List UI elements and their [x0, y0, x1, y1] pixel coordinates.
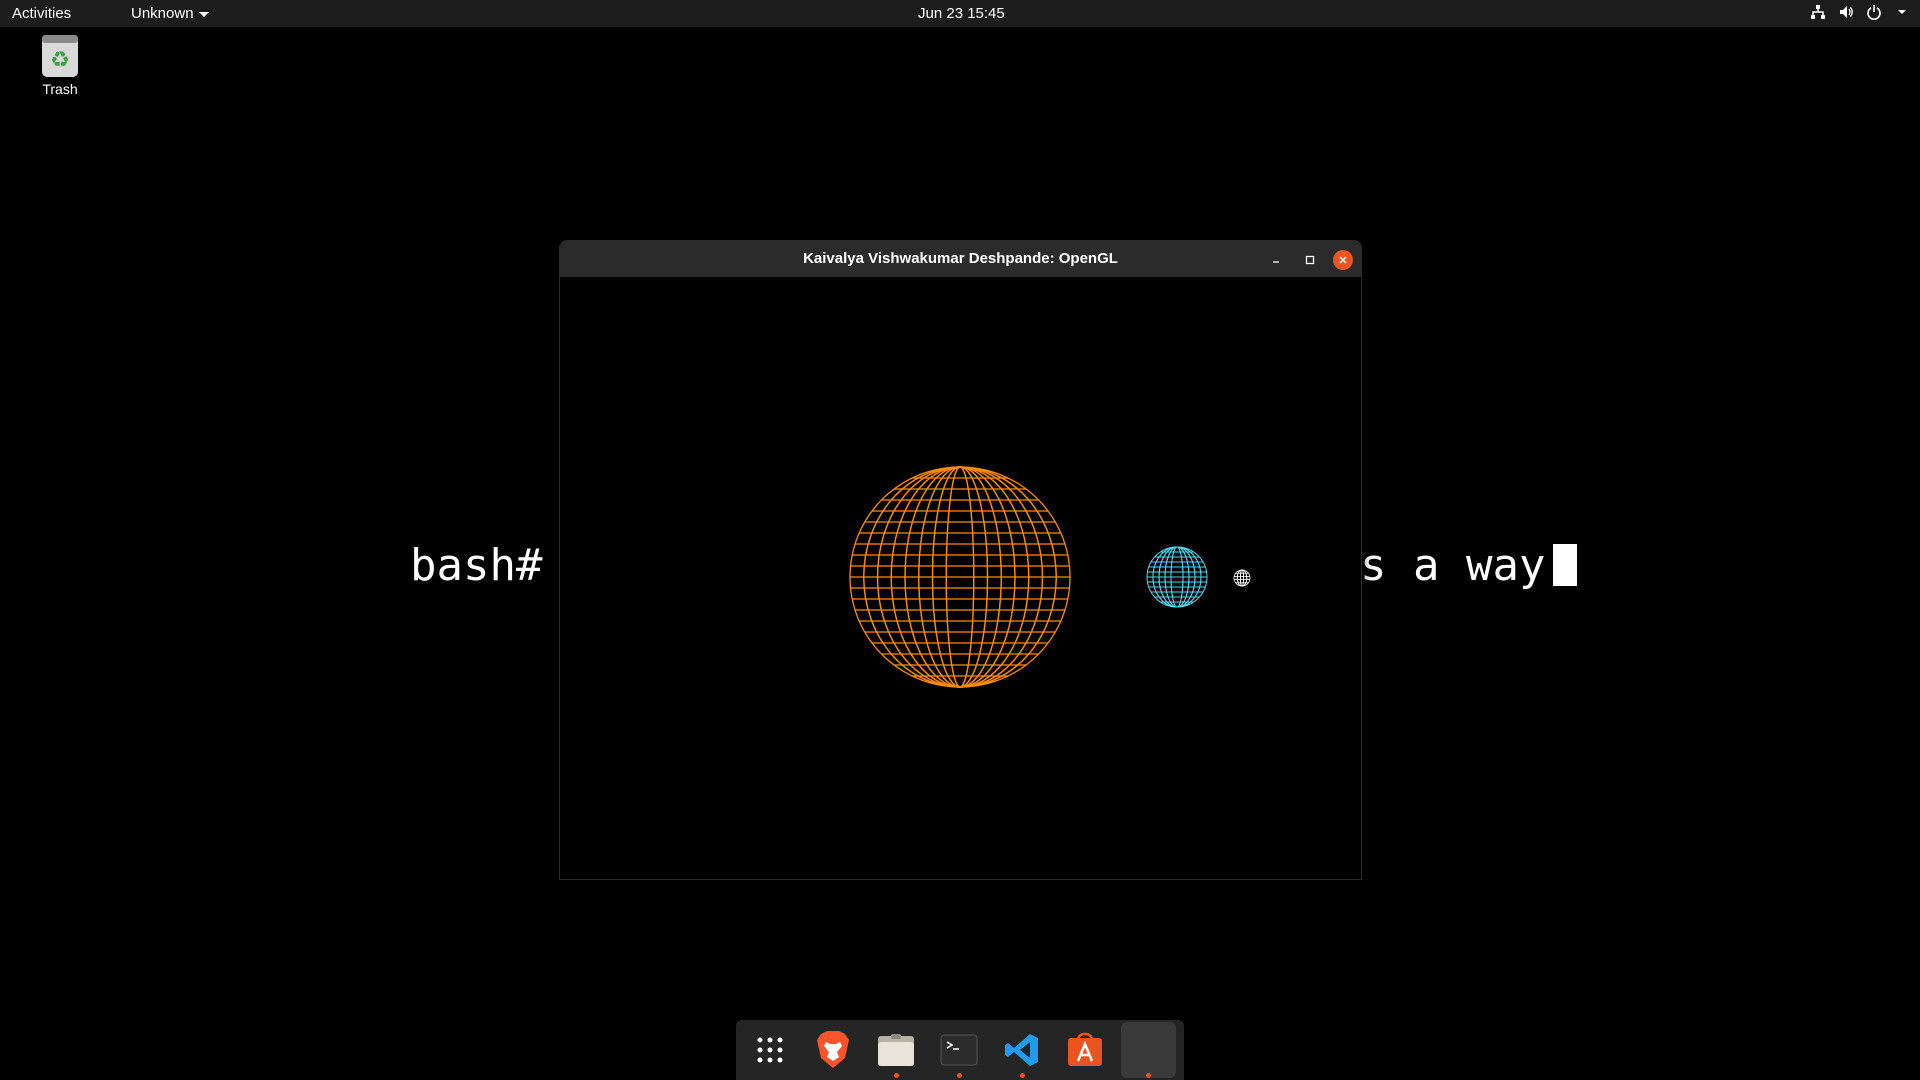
running-indicator	[956, 1073, 962, 1078]
maximize-icon	[1305, 255, 1315, 265]
dock	[736, 1020, 1184, 1080]
brave-lion-icon	[816, 1031, 849, 1068]
running-indicator	[1020, 1073, 1026, 1078]
clock[interactable]: Jun 23 15:45	[918, 5, 1005, 22]
app-store-icon	[1068, 1032, 1103, 1066]
power-icon	[1867, 5, 1881, 20]
activities-button[interactable]: Activities	[12, 5, 71, 22]
running-indicator	[893, 1073, 899, 1078]
vscode-icon	[1005, 1034, 1039, 1066]
trash-desktop-icon[interactable]: ♻ Trash	[30, 33, 90, 97]
top-bar: Activities Unknown Jun 23 15:45	[0, 0, 1920, 27]
system-tray[interactable]	[1810, 4, 1910, 20]
volume-icon	[1840, 6, 1853, 18]
window-title: Kaivalya Vishwakumar Deshpande: OpenGL	[803, 250, 1118, 267]
minimize-button[interactable]	[1266, 250, 1286, 270]
folder-icon	[877, 1034, 914, 1066]
app-menu-label: Unknown	[131, 5, 194, 22]
terminal-prompt-text: bash#	[410, 540, 543, 591]
terminal-cursor	[1553, 544, 1578, 586]
solar-system-scene	[849, 466, 1251, 688]
software-center-launcher[interactable]	[1058, 1022, 1113, 1078]
brave-browser-launcher[interactable]	[805, 1022, 860, 1078]
trash-label: Trash	[42, 81, 78, 97]
show-apps-button[interactable]	[742, 1022, 797, 1078]
terminal-icon	[940, 1034, 978, 1066]
files-launcher[interactable]	[868, 1022, 923, 1078]
maximize-button[interactable]	[1300, 250, 1320, 270]
running-indicator	[1146, 1073, 1152, 1078]
grid-icon	[757, 1037, 783, 1063]
app-menu[interactable]: Unknown	[131, 5, 209, 22]
opengl-canvas[interactable]	[560, 277, 1361, 879]
terminal-trailing-text: s a way	[1360, 540, 1578, 591]
opengl-window[interactable]: Kaivalya Vishwakumar Deshpande: OpenGL	[559, 240, 1362, 880]
network-icon	[1811, 5, 1825, 19]
svg-text:♻: ♻	[50, 48, 70, 73]
vscode-launcher[interactable]	[995, 1022, 1050, 1078]
terminal-trailing-label: s a way	[1360, 540, 1546, 591]
terminal-launcher[interactable]	[931, 1022, 986, 1078]
chevron-down-icon	[198, 11, 209, 17]
minimize-icon	[1273, 261, 1279, 263]
chevron-down-icon	[1898, 10, 1906, 14]
close-button[interactable]	[1333, 250, 1353, 270]
window-titlebar[interactable]: Kaivalya Vishwakumar Deshpande: OpenGL	[560, 241, 1361, 277]
planet-wireframe-sphere	[1146, 546, 1208, 608]
opengl-window-launcher[interactable]	[1120, 1022, 1176, 1078]
close-icon	[1339, 256, 1347, 264]
moon-wireframe-sphere	[1233, 569, 1251, 587]
trash-icon: ♻	[42, 35, 78, 77]
sun-wireframe-sphere	[849, 466, 1071, 688]
blank-window-icon	[1148, 1050, 1149, 1051]
